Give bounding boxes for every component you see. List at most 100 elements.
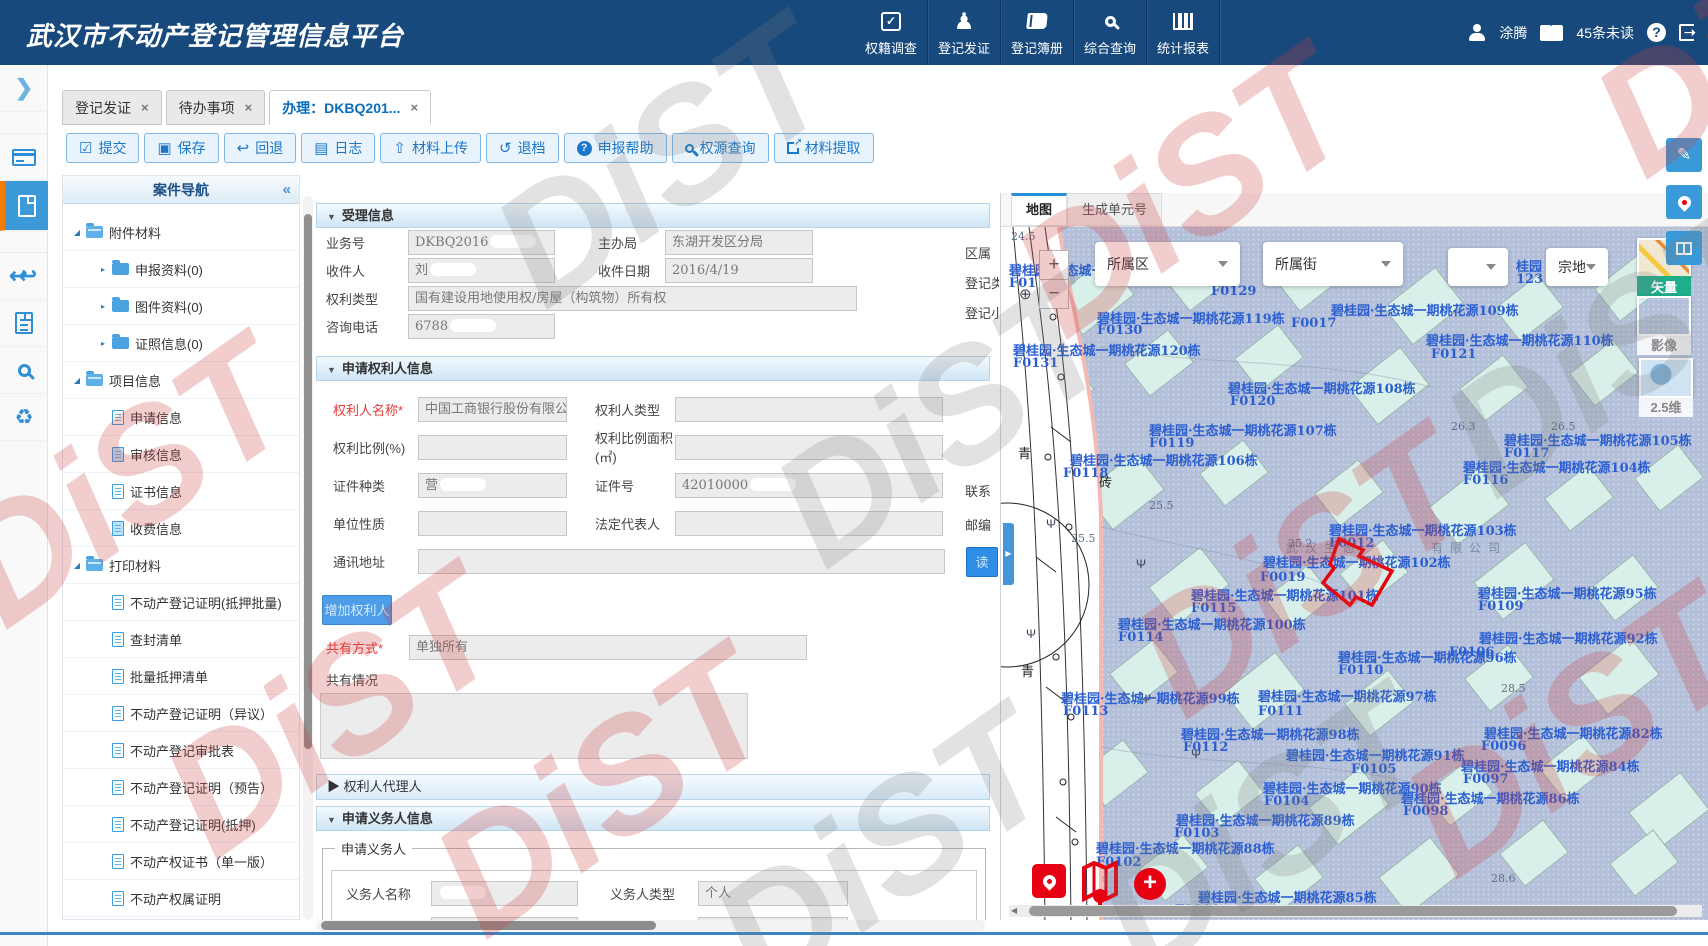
- map-dropdown-所属区[interactable]: 所属区: [1095, 242, 1240, 286]
- split-view-button[interactable]: [1666, 231, 1702, 265]
- map-collapse-strip[interactable]: ▶: [1003, 523, 1014, 585]
- tab-登记发证[interactable]: 登记发证×: [62, 90, 162, 125]
- form-horizontal-scrollbar[interactable]: [316, 920, 985, 931]
- tree-expand-icon[interactable]: ▸: [97, 302, 109, 311]
- section-header-accept[interactable]: ▼受理信息: [316, 203, 990, 228]
- sidebar-item-file-icon[interactable]: [0, 181, 48, 231]
- help-icon[interactable]: ?: [1647, 23, 1666, 42]
- tree-item-不动产权证明[interactable]: 不动产权证明: [63, 917, 299, 920]
- field-input-权利比例(%)[interactable]: [418, 435, 567, 460]
- locate-button[interactable]: [1666, 185, 1702, 219]
- tab-close-icon[interactable]: ×: [141, 100, 149, 115]
- sidebar-item-search-icon[interactable]: [0, 347, 48, 394]
- tree-expand-icon[interactable]: ▸: [97, 265, 109, 274]
- toolbar-button-权源查询[interactable]: 权源查询: [672, 133, 769, 163]
- tree-item-图件资料(0)[interactable]: ▸图件资料(0): [63, 288, 299, 325]
- tree-item-不动产权证书（单一版）[interactable]: 不动产权证书（单一版）: [63, 843, 299, 880]
- tab-办理：DKBQ201...[interactable]: 办理：DKBQ201...×: [269, 90, 431, 125]
- form-vertical-scrollbar[interactable]: [303, 196, 313, 920]
- field-input-咨询电话[interactable]: 6788: [408, 314, 555, 339]
- sidebar-item-recycle-icon[interactable]: ♻: [0, 394, 48, 441]
- map-layer-2.5维[interactable]: 2.5维: [1639, 358, 1693, 417]
- tree-expand-icon[interactable]: ◢: [71, 561, 83, 570]
- nav-item-登记发证[interactable]: ♟登记发证: [928, 0, 1001, 65]
- toolbar-button-回退[interactable]: ↩回退: [224, 133, 297, 163]
- share-note-textarea[interactable]: [320, 693, 748, 759]
- nav-item-登记簿册[interactable]: 登记簿册: [1001, 0, 1074, 65]
- field-input-收件人[interactable]: 刘: [408, 258, 555, 283]
- tree-item-证书信息[interactable]: 证书信息: [63, 473, 299, 510]
- tree-item-项目信息[interactable]: ◢项目信息: [63, 362, 299, 399]
- field-input-权利人名称*[interactable]: 中国工商银行股份有限公司武汉水: [418, 397, 567, 422]
- panel-collapse-icon[interactable]: «: [283, 176, 291, 204]
- tree-item-附件材料[interactable]: ◢附件材料: [63, 214, 299, 251]
- toolbar-button-材料提取[interactable]: 材料提取: [774, 133, 874, 163]
- map-tab-生成单元号[interactable]: 生成单元号: [1067, 193, 1162, 226]
- add-owner-button[interactable]: 增加权利人: [322, 595, 392, 625]
- field-input-权利类型[interactable]: 国有建设用地使用权/房屋（构筑物）所有权: [408, 286, 857, 311]
- read-card-button[interactable]: 读: [966, 547, 998, 577]
- sidebar-item-card-icon[interactable]: [0, 134, 48, 181]
- mail-icon[interactable]: [1540, 25, 1563, 41]
- map-canvas[interactable]: + − ⊕ ▶ + ◀ 所属区所属街宗地矢量影像2.5维碧桂园·生态城一期桃花源…: [1001, 227, 1708, 920]
- map-dropdown-所属街[interactable]: 所属街: [1263, 242, 1403, 286]
- sidebar-item-chevron-right-icon[interactable]: ❯: [0, 65, 48, 112]
- map-horizontal-scrollbar[interactable]: ◀: [1009, 905, 1702, 917]
- field-input-义务人名称[interactable]: [431, 881, 578, 906]
- map-add-button[interactable]: +: [1134, 868, 1166, 900]
- toolbar-button-日志[interactable]: ▤日志: [301, 133, 375, 163]
- toolbar-button-退档[interactable]: ↺退档: [486, 133, 559, 163]
- tree-item-不动产登记证明（预告）[interactable]: 不动产登记证明（预告）: [63, 769, 299, 806]
- map-layer-影像[interactable]: 影像: [1637, 296, 1691, 355]
- field-input-权利人类型[interactable]: [675, 397, 943, 422]
- toolbar-button-申报帮助[interactable]: ?申报帮助: [564, 133, 667, 163]
- map-zoom-in-button[interactable]: +: [1039, 250, 1069, 280]
- tree-item-审核信息[interactable]: 审核信息: [63, 436, 299, 473]
- field-input-业务号[interactable]: DKBQ2016: [408, 230, 555, 255]
- tree-item-打印材料[interactable]: ◢打印材料: [63, 547, 299, 584]
- tree-item-申报资料(0)[interactable]: ▸申报资料(0): [63, 251, 299, 288]
- tree-item-不动产登记证明(抵押批量)[interactable]: 不动产登记证明(抵押批量): [63, 584, 299, 621]
- sidebar-item-document-icon[interactable]: [0, 300, 48, 347]
- tab-close-icon[interactable]: ×: [410, 100, 418, 115]
- edit-button[interactable]: ✎: [1666, 138, 1702, 172]
- field-input-法定代表人[interactable]: [675, 511, 943, 536]
- tree-item-不动产登记审批表[interactable]: 不动产登记审批表: [63, 732, 299, 769]
- unread-count[interactable]: 45条未读: [1576, 23, 1634, 43]
- map-legend-icon[interactable]: [1081, 860, 1119, 906]
- map-locate-button[interactable]: [1032, 864, 1066, 898]
- tree-item-不动产权属证明[interactable]: 不动产权属证明: [63, 880, 299, 917]
- field-input-收件日期[interactable]: 2016/4/19: [665, 258, 813, 283]
- tree-item-不动产登记证明（异议）[interactable]: 不动产登记证明（异议）: [63, 695, 299, 732]
- toolbar-button-保存[interactable]: ▣保存: [144, 133, 218, 163]
- map-tab-地图[interactable]: 地图: [1011, 193, 1067, 226]
- nav-item-权籍调查[interactable]: 权籍调查: [855, 0, 928, 65]
- tab-待办事项[interactable]: 待办事项×: [166, 90, 266, 125]
- tree-item-查封清单[interactable]: 查封清单: [63, 621, 299, 658]
- sidebar-item-undo-arrows-icon[interactable]: ↩↩: [0, 253, 48, 300]
- map-dropdown-blank[interactable]: [1448, 248, 1508, 286]
- logout-icon[interactable]: [1679, 24, 1694, 41]
- tree-expand-icon[interactable]: ◢: [71, 376, 83, 385]
- tree-expand-icon[interactable]: ▸: [97, 339, 109, 348]
- map-dropdown-宗地[interactable]: 宗地: [1546, 248, 1608, 286]
- nav-item-综合查询[interactable]: 综合查询: [1074, 0, 1147, 65]
- toolbar-button-材料上传[interactable]: ⇧材料上传: [380, 133, 481, 163]
- tree-item-不动产登记证明(抵押)[interactable]: 不动产登记证明(抵押): [63, 806, 299, 843]
- user-name[interactable]: 涂腾: [1499, 23, 1527, 43]
- tree-item-申请信息[interactable]: 申请信息: [63, 399, 299, 436]
- tree-item-批量抵押清单[interactable]: 批量抵押清单: [63, 658, 299, 695]
- tree-expand-icon[interactable]: ◢: [71, 228, 83, 237]
- field-input-主办局[interactable]: 东湖开发区分局: [665, 230, 813, 255]
- tab-close-icon[interactable]: ×: [245, 100, 253, 115]
- field-input-权利比例面积(㎡)[interactable]: [675, 435, 943, 460]
- field-input-证件种类[interactable]: 营: [418, 473, 567, 498]
- map-zoom-out-button[interactable]: −: [1039, 279, 1069, 309]
- section-header-owner[interactable]: ▼申请权利人信息: [316, 356, 990, 381]
- share-mode-input[interactable]: 单独所有: [409, 635, 807, 660]
- toolbar-button-提交[interactable]: ☑提交: [66, 133, 139, 163]
- field-input-证件号[interactable]: 42010000: [675, 473, 943, 498]
- field-input-义务人类型[interactable]: 个人: [698, 881, 848, 906]
- tree-item-收费信息[interactable]: 收费信息: [63, 510, 299, 547]
- tree-item-证照信息(0)[interactable]: ▸证照信息(0): [63, 325, 299, 362]
